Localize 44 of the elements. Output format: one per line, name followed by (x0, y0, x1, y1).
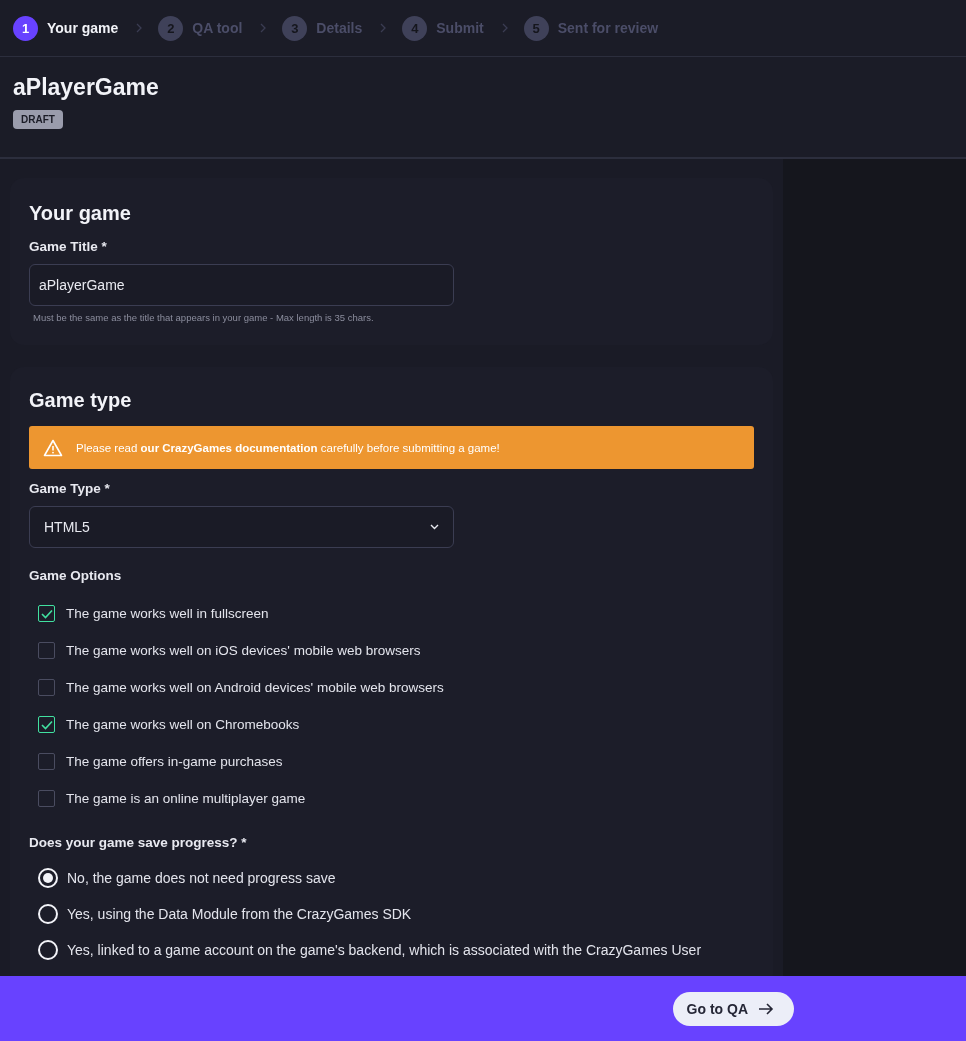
radio-button[interactable] (38, 904, 58, 924)
checkbox-option[interactable]: The game offers in-game purchases (38, 743, 754, 780)
checkbox-option[interactable]: The game is an online multiplayer game (38, 780, 754, 817)
field-label: Game Type * (29, 481, 111, 496)
warning-text: Please read our CrazyGames documentation carefully before submitting a game! (76, 441, 500, 454)
chevron-icon (380, 23, 387, 33)
field-hint: Must be the same as the title that appears in your game - Max length is 35 chars. (33, 312, 375, 323)
radio-option[interactable]: Yes, using the Data Module from the CrazyGames SDK (38, 896, 754, 932)
section-label: Game Options (29, 568, 123, 583)
warning-icon (43, 438, 63, 457)
chevron-icon (501, 23, 508, 33)
chevron-icon (136, 23, 143, 33)
go-to-qa-button[interactable]: Go to QA (672, 991, 794, 1026)
radio-option[interactable]: No, the game does not need progress save (38, 860, 754, 896)
checkbox-option[interactable]: The game works well in fullscreen (38, 595, 754, 632)
field-label: Game Title * (29, 239, 108, 254)
checked-checkbox[interactable] (38, 716, 55, 733)
checkbox-option[interactable]: The game works well on iOS devices' mobile web browsers (38, 632, 754, 669)
checkbox-option[interactable]: The game works well on Chromebooks (38, 706, 754, 743)
game-title: aPlayerGame (13, 74, 159, 101)
checkbox[interactable] (38, 753, 55, 770)
game-type-select[interactable]: HTML5 (29, 506, 454, 548)
radio-option[interactable]: Yes, linked to a game account on the game's backend, which is associated with the CrazyGames User (38, 932, 754, 968)
checkbox[interactable] (38, 642, 55, 659)
checkbox[interactable] (38, 790, 55, 807)
step-number: 3 (282, 15, 308, 41)
checkbox[interactable] (38, 679, 55, 696)
arrow-right-icon (758, 1002, 774, 1015)
question-label: Does your game save progress? * (29, 835, 248, 850)
status-badge: DRAFT (13, 110, 63, 129)
card-heading: Game type (29, 389, 133, 412)
radio-button[interactable] (38, 940, 58, 960)
checked-checkbox[interactable] (38, 605, 55, 622)
step-number: 4 (402, 15, 428, 41)
chevron-down-icon (430, 524, 439, 530)
checkbox-option[interactable]: The game works well on Android devices' mobile web browsers (38, 669, 754, 706)
step-number: 2 (158, 15, 184, 41)
step-number: 1 (13, 15, 38, 41)
card-heading: Your game (29, 202, 132, 225)
title-input[interactable]: aPlayerGame (29, 264, 454, 306)
chevron-icon (260, 23, 267, 33)
step-number: 5 (523, 15, 549, 41)
step-tab[interactable]: 1 Your game (13, 15, 119, 41)
selected-radio[interactable] (38, 868, 58, 888)
